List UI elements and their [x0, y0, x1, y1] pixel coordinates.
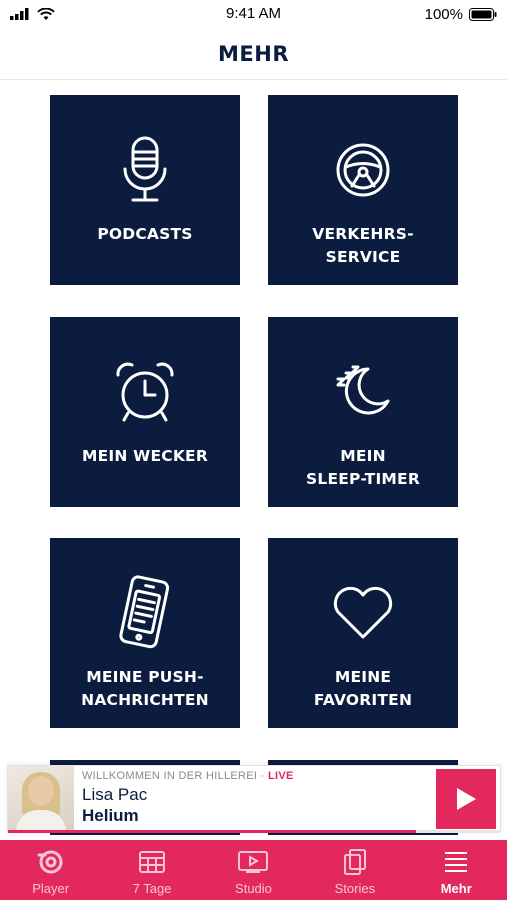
tile-label: MEIN SLEEP-TIMER: [306, 447, 420, 488]
tile-traffic-service[interactable]: VERKEHRS- SERVICE: [268, 95, 458, 285]
tab-label: Stories: [334, 881, 376, 896]
tile-label: PODCASTS: [97, 225, 193, 243]
tab-mehr[interactable]: Mehr: [406, 840, 507, 900]
page-header: MEHR: [0, 28, 507, 80]
progress-fill: [8, 830, 417, 833]
tab-label: Player: [32, 881, 70, 896]
radio-logo-icon: [37, 850, 63, 874]
menu-lines-icon: [445, 852, 468, 872]
track-artist: Lisa Pac: [82, 785, 148, 804]
tab-label: 7 Tage: [132, 881, 172, 896]
microphone-icon: [110, 135, 180, 205]
tile-sleep-timer[interactable]: MEIN SLEEP-TIMER: [268, 317, 458, 507]
tab-studio[interactable]: Studio: [203, 840, 304, 900]
play-button[interactable]: [436, 769, 496, 829]
tile-favorites[interactable]: MEINE FAVORITEN: [268, 538, 458, 728]
heart-icon: [328, 578, 398, 648]
live-badge: LIVE: [267, 770, 294, 782]
tab-bar: Player 7 Tage Studio Stories Mehr: [0, 840, 507, 900]
wifi-icon: [37, 7, 55, 20]
tab-player[interactable]: Player: [0, 840, 101, 900]
moon-sleep-icon: [328, 357, 398, 427]
separator: ·: [257, 770, 268, 782]
status-right: 100%: [425, 6, 497, 23]
show-line: WILLKOMMEN IN DER HILLEREI · LIVE: [82, 770, 492, 782]
tile-alarm[interactable]: MEIN WECKER: [50, 317, 240, 507]
page-title: MEHR: [218, 41, 289, 66]
tab-label: Mehr: [440, 881, 472, 896]
track-title: Helium: [82, 806, 139, 825]
play-icon: [457, 788, 476, 810]
album-cover: [8, 766, 74, 832]
mini-player[interactable]: WILLKOMMEN IN DER HILLEREI · LIVE Lisa P…: [7, 765, 501, 833]
tile-label: MEIN WECKER: [82, 447, 208, 465]
tile-push-notifications[interactable]: MEINE PUSH- NACHRICHTEN: [50, 538, 240, 728]
steering-wheel-icon: [328, 135, 398, 205]
tile-label: VERKEHRS- SERVICE: [312, 225, 414, 266]
battery-icon: [469, 7, 497, 21]
status-time: 9:41 AM: [225, 5, 282, 22]
battery-percent: 100%: [424, 5, 463, 23]
video-play-icon: [238, 851, 269, 873]
status-bar: 9:41 AM 100%: [0, 0, 507, 28]
phone-message-icon: [110, 575, 180, 649]
status-left: [10, 7, 55, 21]
tile-label: MEINE FAVORITEN: [313, 668, 413, 709]
progress-bar: [8, 830, 500, 833]
tile-label: MEINE PUSH- NACHRICHTEN: [81, 668, 209, 709]
tab-stories[interactable]: Stories: [304, 840, 405, 900]
tab-label: Studio: [235, 881, 272, 896]
stack-icon: [343, 849, 366, 875]
calendar-grid-icon: [139, 851, 166, 873]
tile-podcasts[interactable]: PODCASTS: [50, 95, 240, 285]
alarm-clock-icon: [110, 357, 180, 427]
tab-7-tage[interactable]: 7 Tage: [102, 840, 203, 900]
signal-icon: [10, 8, 29, 20]
show-name: WILLKOMMEN IN DER HILLEREI: [82, 770, 258, 782]
